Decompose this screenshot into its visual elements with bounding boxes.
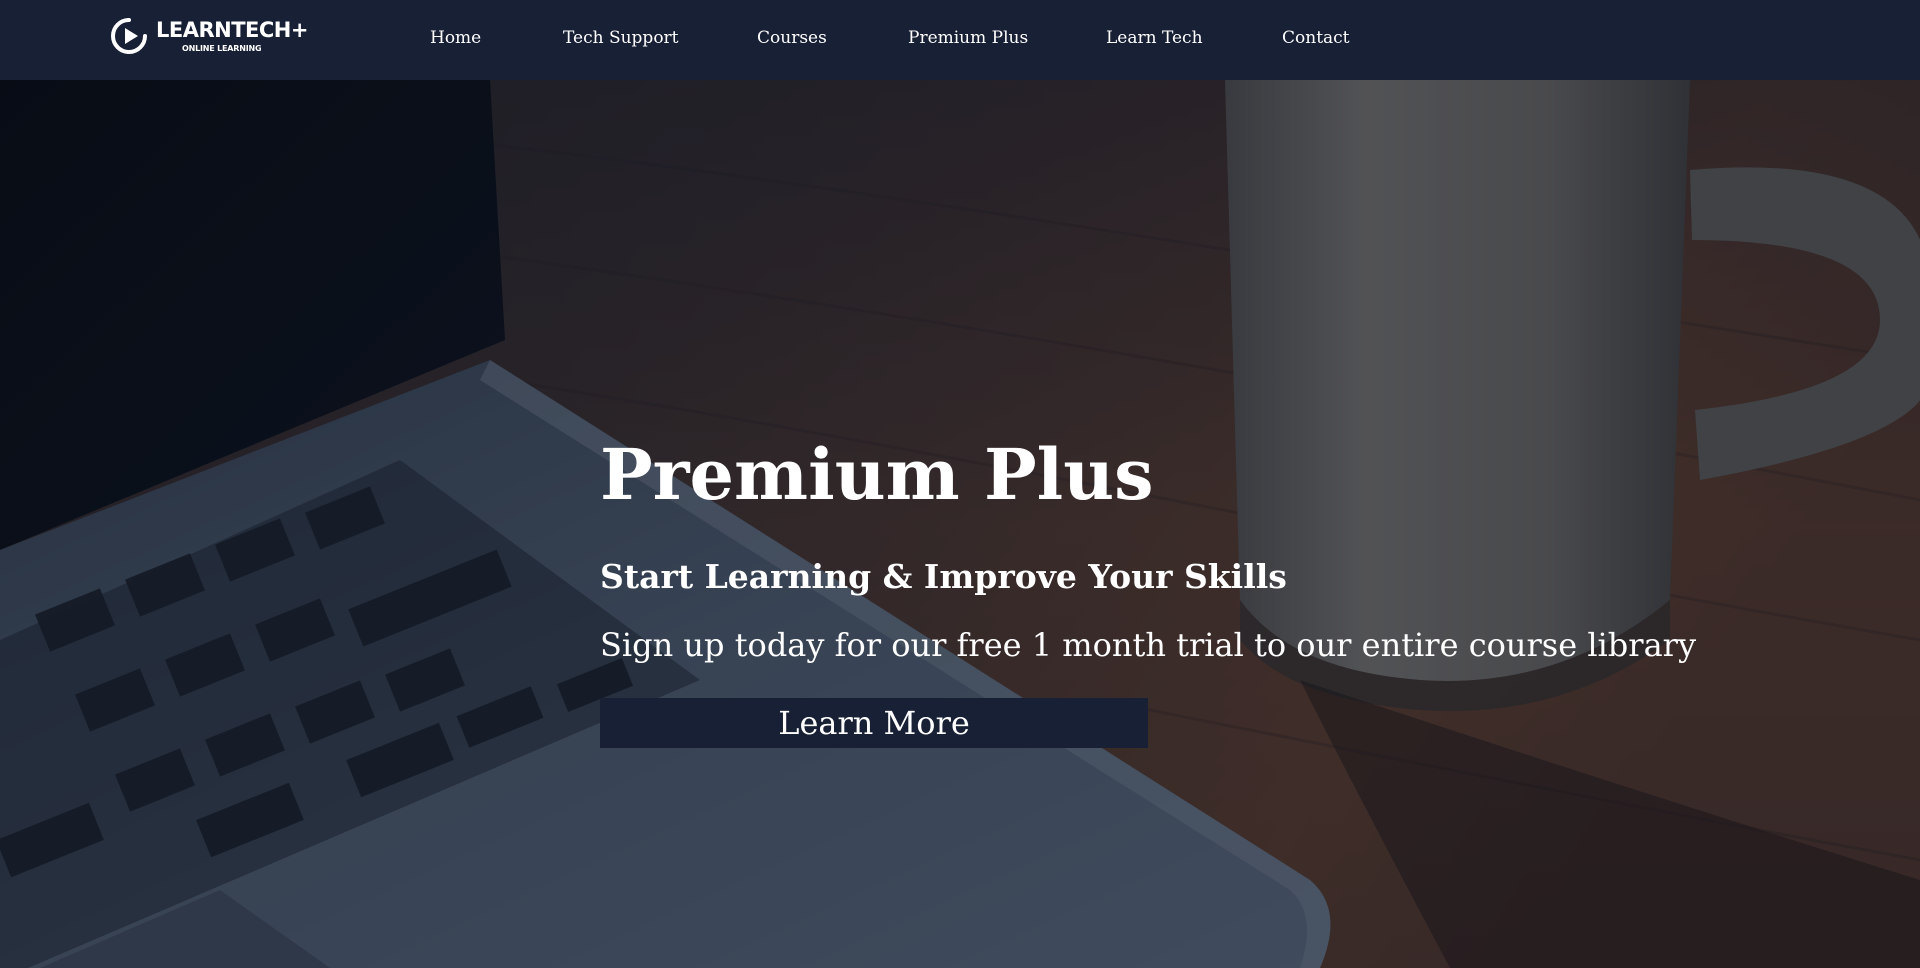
learn-more-button[interactable]: Learn More xyxy=(600,698,1148,748)
nav-item-tech-support[interactable]: Tech Support xyxy=(563,28,679,48)
nav-item-premium-plus[interactable]: Premium Plus xyxy=(908,28,1028,48)
hero-subtitle: Start Learning & Improve Your Skills xyxy=(600,557,1287,596)
nav-item-contact[interactable]: Contact xyxy=(1282,28,1350,48)
nav-item-courses[interactable]: Courses xyxy=(757,28,827,48)
hero-title: Premium Plus xyxy=(600,433,1154,516)
nav-item-learn-tech[interactable]: Learn Tech xyxy=(1106,28,1203,48)
hero-section: Premium Plus Start Learning & Improve Yo… xyxy=(0,80,1920,968)
hero-description: Sign up today for our free 1 month trial… xyxy=(600,626,1697,664)
main-nav: Home Tech Support Courses Premium Plus L… xyxy=(0,0,1920,80)
hero-content: Premium Plus Start Learning & Improve Yo… xyxy=(600,80,1800,968)
nav-item-home[interactable]: Home xyxy=(430,28,481,48)
top-navbar: LEARNTECH+ ONLINE LEARNING Home Tech Sup… xyxy=(0,0,1920,80)
